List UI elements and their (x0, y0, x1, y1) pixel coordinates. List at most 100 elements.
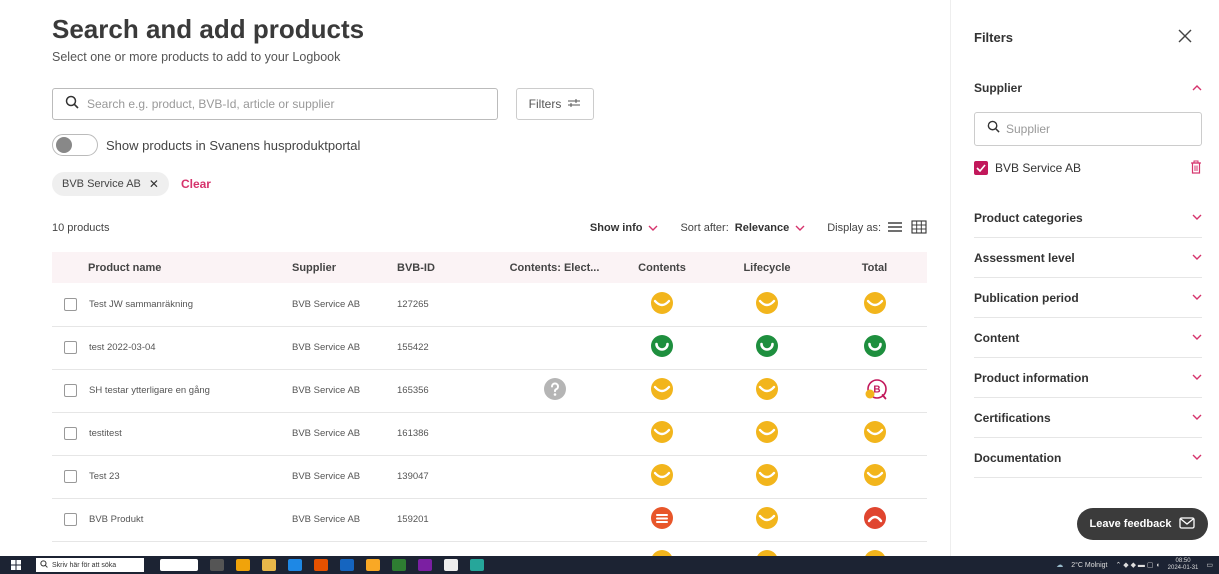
table-row[interactable]: testitest BVB Service AB 161386 (52, 412, 927, 455)
table-row[interactable]: SH testar ytterligare en gång BVB Service… (52, 369, 927, 412)
cell-lifecycle (712, 283, 822, 326)
cell-contents-elect (497, 541, 612, 556)
row-checkbox[interactable] (64, 427, 77, 440)
taskbar-app-firefox[interactable] (314, 559, 328, 571)
cell-total (822, 326, 927, 369)
taskbar-app-word[interactable] (340, 559, 354, 571)
filter-section-supplier[interactable]: Supplier (974, 68, 1202, 108)
sort-value: Relevance (734, 222, 790, 234)
task-view-icon[interactable] (210, 559, 224, 571)
app-window: Search and add products Select one or mo… (0, 0, 1219, 574)
taskbar-app-camera[interactable] (444, 559, 458, 571)
product-search-input[interactable] (87, 97, 467, 111)
row-checkbox[interactable] (64, 384, 77, 397)
cell-contents (612, 498, 712, 541)
question-icon (543, 377, 567, 404)
taskbar-app-widget[interactable] (160, 559, 198, 571)
col-contents-elect[interactable]: Contents: Elect... (497, 252, 612, 283)
product-search-box[interactable] (52, 88, 498, 120)
trash-icon[interactable] (1190, 160, 1202, 177)
table-row[interactable]: BVB Produkt BVB Service AB 159201 (52, 498, 927, 541)
neutral-face-icon (650, 549, 674, 556)
chevron-up-icon (1192, 83, 1202, 94)
taskbar-search[interactable]: Skriv här för att söka (36, 558, 144, 572)
row-checkbox[interactable] (64, 470, 77, 483)
cell-bvb-id: 159201 (397, 514, 429, 525)
row-checkbox[interactable] (64, 297, 77, 311)
checkbox-checked[interactable] (974, 161, 988, 175)
table-row[interactable]: Test JW sammanräkning BVB Service AB 12726… (52, 283, 927, 326)
b-search-icon: B (863, 377, 887, 404)
cell-contents-elect (497, 412, 612, 455)
page-title: Search and add products (52, 14, 365, 44)
filter-chip-supplier[interactable]: BVB Service AB ✕ (52, 172, 169, 196)
cell-bvb-id: 165356 (397, 385, 429, 396)
col-bvb-id[interactable]: BVB-ID (397, 252, 497, 283)
chevron-down-icon (795, 223, 805, 234)
col-contents[interactable]: Contents (612, 252, 712, 283)
list-header: 10 products Show info Sort after: Releva… (52, 218, 927, 238)
col-product-name[interactable]: Product name (52, 252, 292, 283)
neutral-face-icon (755, 420, 779, 447)
tray-icons[interactable]: ⌃ ◆ ◆ ▬ ▢ ◖ (1115, 561, 1159, 569)
cell-supplier: BVB Service AB (292, 342, 361, 353)
neutral-face-icon (755, 463, 779, 490)
col-supplier[interactable]: Supplier (292, 252, 397, 283)
clock-time: 08:50 (1175, 558, 1191, 564)
windows-start-icon[interactable] (8, 556, 24, 574)
col-lifecycle[interactable]: Lifecycle (712, 252, 822, 283)
lines-rating-icon (650, 506, 674, 533)
taskbar-app-teams[interactable] (470, 559, 484, 571)
cell-total (822, 412, 927, 455)
taskbar-search-placeholder: Skriv här för att söka (52, 561, 117, 569)
show-info-label: Show info (589, 222, 643, 234)
weather-icon: ☁ (1056, 562, 1064, 569)
col-total[interactable]: Total (822, 252, 927, 283)
close-icon[interactable]: ✕ (149, 177, 159, 191)
os-taskbar: Skriv här för att söka ☁ 2°C Molnigt ⌃ ◆… (0, 556, 1219, 574)
table-row[interactable]: test 2022-03-04 BVB Service AB 155422 (52, 326, 927, 369)
leave-feedback-button[interactable]: Leave feedback (1077, 508, 1208, 540)
product-name: test 2022-03-04 (89, 342, 156, 354)
filter-section-label: Product information (974, 370, 1089, 385)
happy-face-icon (863, 334, 887, 361)
filter-section-assessment-level[interactable]: Assessment level (974, 238, 1202, 278)
cell-bvb-id: 161386 (397, 428, 429, 439)
taskbar-app-explorer[interactable] (262, 559, 276, 571)
taskbar-app-outlook[interactable] (288, 559, 302, 571)
filter-section-product-information[interactable]: Product information (974, 358, 1202, 398)
notifications-icon[interactable]: ▭ (1206, 561, 1213, 569)
taskbar-app-excel[interactable] (392, 559, 406, 571)
clear-filters-link[interactable]: Clear (181, 177, 211, 191)
row-checkbox[interactable] (64, 341, 77, 354)
husproduktportal-toggle[interactable] (52, 134, 98, 156)
filter-section-documentation[interactable]: Documentation (974, 438, 1202, 478)
taskbar-app-onenote[interactable] (418, 559, 432, 571)
cell-supplier: BVB Service AB (292, 428, 361, 439)
filters-button[interactable]: Filters (516, 88, 594, 120)
taskbar-app-chrome[interactable] (236, 559, 250, 571)
filter-section-certifications[interactable]: Certifications (974, 398, 1202, 438)
sort-dropdown[interactable]: Sort after: Relevance (680, 222, 805, 234)
show-info-dropdown[interactable]: Show info (590, 222, 659, 234)
supplier-search-input[interactable] (1006, 122, 1186, 136)
filter-section-label: Publication period (974, 290, 1079, 305)
row-checkbox[interactable] (64, 513, 77, 526)
table-row[interactable] (52, 541, 927, 556)
clock[interactable]: 08:50 2024-01-31 (1168, 558, 1199, 572)
filter-section-label: Product categories (974, 210, 1083, 225)
filter-section-content[interactable]: Content (974, 318, 1202, 358)
filter-section-product-categories[interactable]: Product categories (974, 198, 1202, 238)
chevron-down-icon (1192, 412, 1202, 423)
table-row[interactable]: Test 23 BVB Service AB 139047 (52, 455, 927, 498)
taskbar-app-powerbi[interactable] (366, 559, 380, 571)
neutral-face-icon (755, 377, 779, 404)
product-name: BVB Produkt (89, 514, 144, 526)
supplier-search-box[interactable] (974, 112, 1202, 146)
table-header-row: Product name Supplier BVB-ID Contents: E… (52, 252, 927, 283)
list-view-icon[interactable] (887, 221, 903, 236)
close-icon[interactable] (1177, 28, 1193, 49)
grid-view-icon[interactable] (911, 219, 927, 237)
neutral-face-icon (755, 506, 779, 533)
filter-section-publication-period[interactable]: Publication period (974, 278, 1202, 318)
